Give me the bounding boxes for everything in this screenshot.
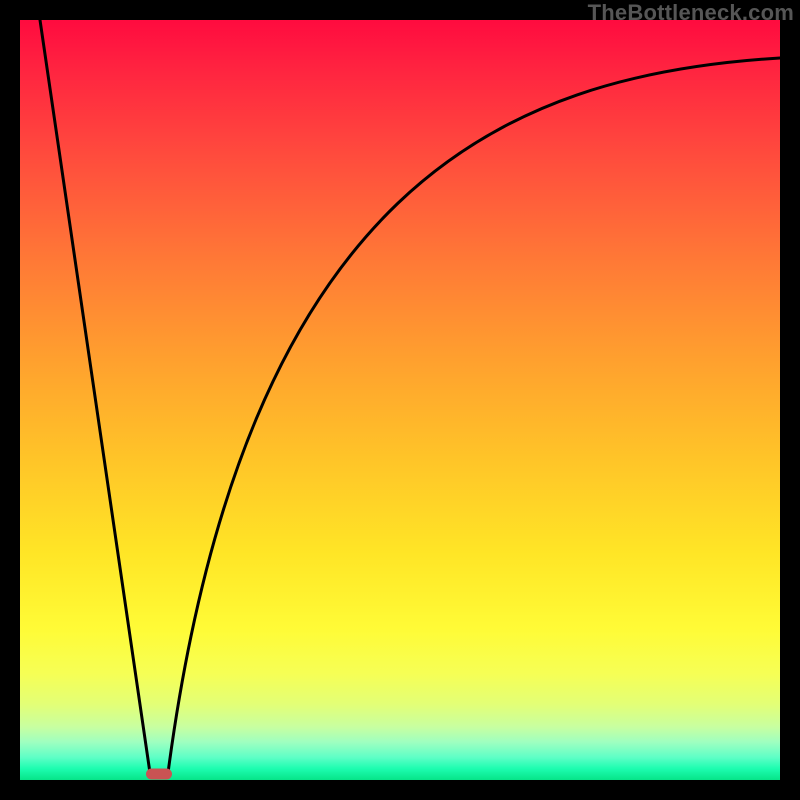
chart-right-curve <box>168 58 780 773</box>
chart-left-line <box>40 20 150 773</box>
minimum-marker <box>146 769 172 780</box>
chart-curve-svg <box>20 20 780 780</box>
chart-frame <box>20 20 780 780</box>
